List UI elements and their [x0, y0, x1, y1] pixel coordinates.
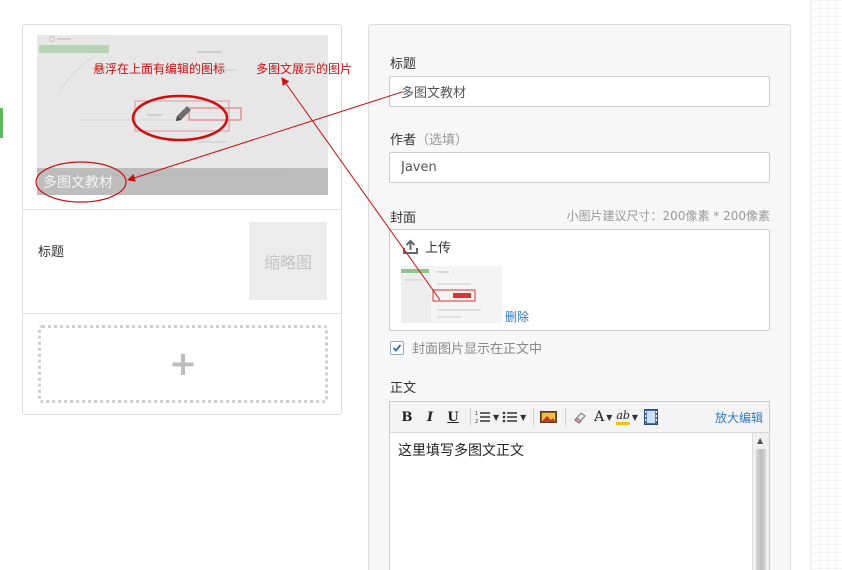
- hover-edit-annotation: 悬浮在上面有编辑的图标: [93, 62, 226, 76]
- chevron-down-icon: ▼: [493, 412, 500, 422]
- italic-button[interactable]: I: [420, 406, 440, 428]
- underline-button[interactable]: U: [443, 406, 463, 428]
- author-input[interactable]: [389, 152, 770, 183]
- delete-cover-link[interactable]: 删除: [505, 308, 529, 325]
- pencil-icon[interactable]: [172, 103, 194, 125]
- ordered-list-button[interactable]: 1 2 ▼: [475, 406, 499, 428]
- svg-text:1: 1: [475, 411, 478, 417]
- svg-text:2: 2: [475, 419, 478, 424]
- left-accent-bar: [0, 108, 3, 138]
- upload-label: 上传: [425, 241, 452, 256]
- cover-size-hint: 小图片建议尺寸：200像素 * 200像素: [566, 209, 770, 223]
- preview-panel: 多图文教材 标题 缩略图 +: [22, 24, 342, 415]
- cover-label: 封面: [390, 211, 417, 226]
- toolbar-separator: [533, 408, 535, 426]
- thumbnail-label: 缩略图: [263, 253, 312, 272]
- eraser-icon: [574, 412, 587, 424]
- highlight-icon: ab: [616, 409, 630, 425]
- author-hint: （选填）: [416, 133, 469, 148]
- cover-upload-area: 上传 删除: [389, 229, 770, 331]
- cover-thumbnail-image: [401, 266, 502, 323]
- font-color-button[interactable]: A ▼: [593, 406, 613, 428]
- cover-title-bar: 多图文教材: [37, 168, 328, 195]
- scroll-up-arrow-icon[interactable]: ▲: [757, 436, 763, 445]
- check-icon: [392, 343, 402, 352]
- ordered-list-icon: 1 2: [475, 411, 490, 424]
- font-color-icon: A: [594, 409, 605, 425]
- highlight-button[interactable]: ab ▼: [616, 406, 638, 428]
- cover-display-annotation: 多图文展示的图片: [256, 62, 353, 76]
- insert-video-button[interactable]: [641, 406, 661, 428]
- divider: [23, 209, 341, 210]
- plus-icon: +: [168, 344, 198, 384]
- editor-toolbar: B I U 1 2 ▼ ▼ A ▼ ab ▼ 放大编辑: [390, 402, 769, 433]
- scrollbar-thumb[interactable]: [756, 449, 766, 570]
- show-cover-checkbox[interactable]: [390, 340, 404, 355]
- chevron-down-icon: ▼: [631, 412, 639, 422]
- body-label: 正文: [390, 381, 417, 396]
- thumbnail-placeholder[interactable]: 缩略图: [249, 222, 327, 300]
- edit-form-panel: 标题 作者（选填） 封面 小图片建议尺寸：200像素 * 200像素 上传 删除: [368, 24, 791, 570]
- show-cover-option: 封面图片显示在正文中: [390, 338, 542, 357]
- title-label: 标题: [390, 57, 417, 72]
- bullet-list-button[interactable]: ▼: [502, 406, 526, 428]
- editor-scrollbar[interactable]: ▲: [752, 433, 769, 570]
- add-item-button[interactable]: +: [38, 325, 328, 403]
- upload-button[interactable]: 上传: [402, 237, 451, 256]
- rich-text-editor: B I U 1 2 ▼ ▼ A ▼ ab ▼ 放大编辑 这里填写多图文正文 ▲: [389, 401, 770, 570]
- fullscreen-edit-link[interactable]: 放大编辑: [715, 409, 763, 426]
- sub-item-title[interactable]: 标题: [38, 241, 64, 260]
- bullet-list-icon: [502, 411, 518, 423]
- insert-image-button[interactable]: [538, 406, 558, 428]
- right-gutter: [810, 0, 842, 570]
- title-input[interactable]: [389, 76, 770, 107]
- cover-preview[interactable]: 多图文教材: [37, 35, 328, 195]
- editor-content[interactable]: 这里填写多图文正文: [390, 433, 752, 570]
- chevron-down-icon: ▼: [520, 412, 527, 422]
- chevron-down-icon: ▼: [606, 412, 613, 422]
- toolbar-separator: [565, 408, 567, 426]
- cover-title: 多图文教材: [43, 175, 113, 191]
- image-icon: [539, 411, 557, 423]
- author-label: 作者（选填）: [390, 129, 468, 148]
- divider: [23, 313, 341, 314]
- film-icon: [644, 409, 659, 425]
- author-label-text: 作者: [390, 133, 417, 148]
- upload-icon: [403, 239, 418, 254]
- bold-button[interactable]: B: [397, 406, 417, 428]
- show-cover-label: 封面图片显示在正文中: [412, 342, 543, 357]
- eraser-button[interactable]: [570, 406, 590, 428]
- toolbar-separator: [470, 408, 471, 426]
